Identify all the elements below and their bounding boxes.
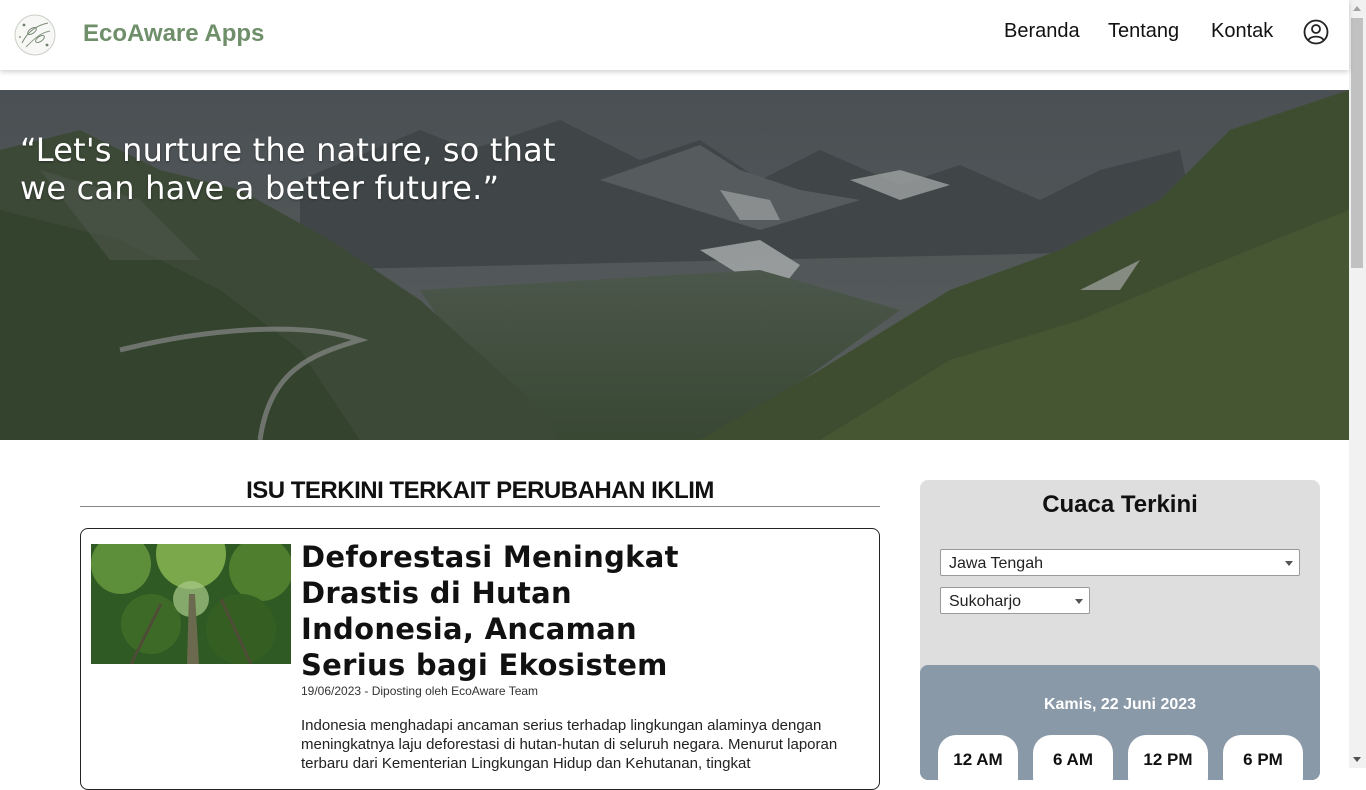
nav-kontak[interactable]: Kontak <box>1211 20 1273 43</box>
weather-title: Cuaca Terkini <box>1042 491 1198 518</box>
hero-quote: “Let's nurture the nature, so that we ca… <box>20 131 556 207</box>
ecoaware-logo-icon[interactable] <box>12 13 58 57</box>
section-divider <box>80 506 880 507</box>
brand-name[interactable]: EcoAware Apps <box>83 20 264 48</box>
chevron-down-icon <box>1075 599 1083 604</box>
section-title: ISU TERKINI TERKAIT PERUBAHAN IKLIM <box>246 477 714 504</box>
forecast-time-12am[interactable]: 12 AM <box>938 735 1018 780</box>
top-navbar: EcoAware Apps Beranda Tentang Kontak <box>0 0 1349 70</box>
nav-beranda[interactable]: Beranda <box>1004 20 1080 43</box>
hero-banner: “Let's nurture the nature, so that we ca… <box>0 90 1349 440</box>
article-card[interactable]: Deforestasi Meningkat Drastis di Hutan I… <box>80 528 880 790</box>
chevron-down-icon <box>1285 561 1293 566</box>
nav-tentang[interactable]: Tentang <box>1108 20 1179 43</box>
article-thumbnail-image[interactable] <box>91 544 291 664</box>
province-select-value: Jawa Tengah <box>949 555 1043 572</box>
regency-select[interactable]: Sukoharjo <box>940 587 1090 614</box>
forecast-time-6pm[interactable]: 6 PM <box>1223 735 1303 780</box>
weather-panel: Cuaca Terkini Jawa Tengah Sukoharjo Kami… <box>920 480 1320 780</box>
article-meta: 19/06/2023 - Diposting oleh EcoAware Tea… <box>301 684 539 698</box>
province-select[interactable]: Jawa Tengah <box>940 549 1300 576</box>
user-circle-icon[interactable] <box>1303 19 1329 45</box>
article-title[interactable]: Deforestasi Meningkat Drastis di Hutan I… <box>301 539 721 683</box>
forecast-box: Kamis, 22 Juni 2023 12 AM 6 AM 12 PM 6 P… <box>920 665 1320 780</box>
regency-select-value: Sukoharjo <box>949 593 1022 610</box>
forecast-date: Kamis, 22 Juni 2023 <box>1043 696 1197 713</box>
page-scrollbar[interactable] <box>1349 0 1366 768</box>
forecast-time-12pm[interactable]: 12 PM <box>1128 735 1208 780</box>
scrollbar-thumb[interactable] <box>1351 18 1363 268</box>
scroll-down-arrow-icon[interactable] <box>1353 757 1361 762</box>
scroll-up-arrow-icon[interactable] <box>1353 6 1361 11</box>
article-excerpt: Indonesia menghadapi ancaman serius terh… <box>301 717 838 772</box>
forecast-time-6am[interactable]: 6 AM <box>1033 735 1113 780</box>
